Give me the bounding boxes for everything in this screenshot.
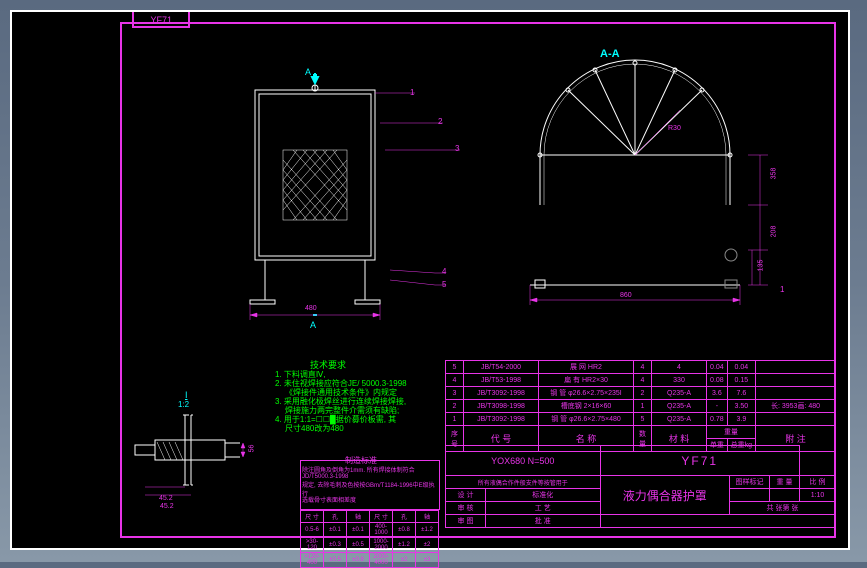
balloon-aa-1: 1: [780, 285, 784, 294]
detail-view: [135, 415, 255, 505]
section-mark-a-top: A: [305, 67, 311, 77]
detail-scale: 1:2: [178, 400, 189, 409]
balloon-leaders: [375, 85, 465, 295]
dim-aa-r: R30: [668, 125, 681, 132]
section-mark-a-bottom: A: [310, 320, 316, 330]
front-view: [235, 75, 395, 320]
title-block: YOX680 N=500 YF71 所有液偶合作件般支件等按管用于 液力偶合器护…: [445, 445, 836, 528]
bom-table: 5JB/T54-2000展 网 HR2440.040.044JB/T53-199…: [445, 360, 836, 452]
mfg-line3: 选载骨寸表面相差度: [302, 495, 356, 504]
dim-aa-h1: 358: [770, 168, 777, 180]
detail-dim3: 56: [248, 445, 255, 453]
detail-label: I: [185, 390, 188, 400]
tech-req-4b: 尺寸480改为480: [285, 423, 344, 434]
dim-aa-h3: 135: [757, 260, 764, 272]
detail-dim2: 45.2: [160, 503, 174, 510]
dim-front-width: 480: [305, 305, 317, 312]
tolerance-table: 尺 寸孔轴尺 寸孔轴 0.5-6±0.1±0.1400-1000±0.8±1.2…: [300, 510, 439, 568]
dim-aa-span: 860: [620, 292, 632, 299]
mfg-line1: 除注圆角及倒角为1mm. 所有焊接体制符合JD/T5000.3-1998: [302, 465, 438, 480]
detail-dim1: 45.2: [159, 495, 173, 502]
section-aa-view: [500, 55, 790, 325]
dim-aa-h2: 208: [770, 226, 777, 238]
